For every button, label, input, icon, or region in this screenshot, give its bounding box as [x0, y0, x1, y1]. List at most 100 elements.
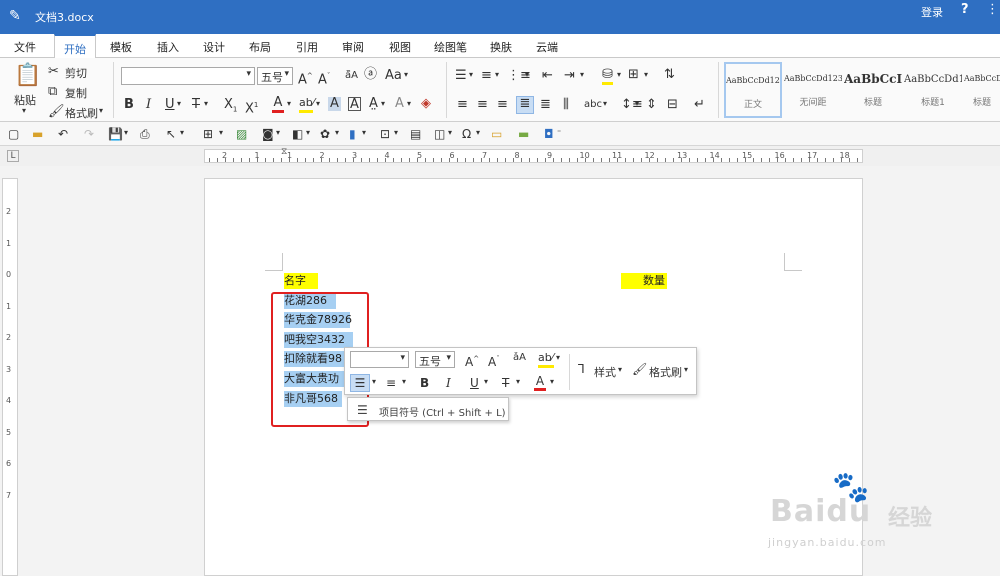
text-box-icon[interactable]: ⊡	[380, 127, 390, 141]
mini-font-name-combo[interactable]: ▾	[350, 351, 409, 368]
shrink-font-icon[interactable]: Aˇ	[488, 352, 500, 369]
tab-skin[interactable]: 换肤	[490, 39, 512, 55]
bullet-list-icon[interactable]: ☰	[350, 374, 370, 392]
tab-cloud[interactable]: 云端	[536, 39, 558, 55]
tab-file[interactable]: 文件	[14, 39, 36, 55]
tab-home[interactable]: 开始	[54, 34, 96, 59]
strikethrough-icon[interactable]: T	[192, 98, 200, 112]
align-center-icon[interactable]: ≡	[477, 98, 488, 112]
align-left-icon[interactable]: ≡	[457, 98, 468, 112]
video-icon[interactable]: ◘	[544, 127, 554, 141]
align-right-icon[interactable]: ≡	[497, 98, 508, 112]
format-painter-button[interactable]: 格式刷	[65, 105, 98, 121]
chevron-down-icon[interactable]: ▾	[618, 365, 622, 374]
chevron-down-icon[interactable]: ▾	[276, 128, 280, 137]
indent-marker-icon[interactable]: ⧖	[281, 148, 287, 157]
grow-font-icon[interactable]: A^	[465, 352, 479, 369]
chevron-down-icon[interactable]: ▾	[644, 70, 648, 79]
scissors-icon[interactable]: ✂	[48, 65, 59, 79]
font-color-icon[interactable]: A	[534, 374, 546, 391]
chevron-down-icon[interactable]: ▾	[550, 377, 554, 386]
more-menu-icon[interactable]: ⋮	[986, 2, 999, 17]
chevron-down-icon[interactable]: ▾	[446, 353, 451, 363]
screenshot-icon[interactable]: ◙	[262, 127, 274, 141]
chevron-down-icon[interactable]: ▾	[400, 353, 405, 363]
highlight-icon[interactable]: ab⁄	[299, 96, 315, 113]
chevron-down-icon[interactable]: ▾	[603, 99, 607, 108]
style-normal[interactable]: AaBbCcDd123 正文	[724, 62, 782, 118]
bold-icon[interactable]: B	[124, 98, 134, 112]
chevron-down-icon[interactable]: ▾	[381, 99, 385, 108]
horizontal-ruler[interactable]: 2 1 1 2 3 4 5 6 7 8 9 10 11 12 13 14 15 16 17 18 ⧖	[204, 148, 863, 163]
note-icon[interactable]: ▭	[491, 127, 502, 141]
increase-indent-icon[interactable]: ⇥	[564, 69, 575, 83]
chevron-down-icon[interactable]: ▾	[407, 99, 411, 108]
change-case-icon[interactable]: Aa	[385, 69, 402, 83]
tab-template[interactable]: 模板	[110, 39, 132, 55]
symbol-icon[interactable]: Ω	[462, 127, 471, 141]
paragraph-settings-icon[interactable]: ⊟	[667, 98, 678, 112]
new-document-icon[interactable]: ▢	[8, 127, 19, 141]
enclose-character-icon[interactable]: ⓐ	[364, 68, 377, 82]
mini-font-size-combo[interactable]: 五号 ▾	[415, 351, 455, 368]
font-color-icon[interactable]: A	[272, 96, 284, 113]
chevron-down-icon[interactable]: ▾	[525, 70, 529, 79]
print-icon[interactable]: ⎙	[140, 127, 150, 141]
tab-review[interactable]: 审阅	[342, 39, 364, 55]
chevron-down-icon[interactable]: ▾	[219, 128, 223, 137]
text-outline-icon[interactable]: A	[395, 97, 404, 111]
chevron-down-icon[interactable]: ▾	[469, 70, 473, 79]
header-name-cell[interactable]: 名字	[284, 273, 318, 289]
sort-icon[interactable]: ⇅	[664, 68, 675, 82]
underline-icon[interactable]: U	[470, 376, 479, 390]
tab-view[interactable]: 视图	[389, 39, 411, 55]
superscript-icon[interactable]: X1	[245, 98, 258, 116]
chevron-down-icon[interactable]: ▾	[394, 128, 398, 137]
redo-icon[interactable]: ↷	[84, 127, 94, 141]
tab-references[interactable]: 引用	[296, 39, 318, 55]
insert-picture-icon[interactable]: ▨	[236, 127, 247, 141]
tab-drawing-pen[interactable]: 绘图笔	[434, 39, 467, 55]
distributed-icon[interactable]: ≣	[540, 98, 551, 112]
select-pointer-icon[interactable]: ↖	[166, 127, 176, 141]
numbered-list-icon[interactable]: ≡	[386, 376, 396, 390]
chevron-down-icon[interactable]: ▾	[124, 128, 128, 137]
chevron-down-icon[interactable]: ▾	[204, 99, 208, 108]
customize-toolbar-icon[interactable]: ⁼	[557, 128, 561, 137]
line-break-icon[interactable]: ↵	[694, 98, 705, 112]
character-shading-icon[interactable]: A	[328, 97, 341, 111]
vertical-ruler[interactable]: 2 1 0 1 2 3 4 5 6 7	[2, 178, 18, 576]
paste-dropdown-icon[interactable]: ▾	[22, 106, 26, 115]
paste-icon[interactable]: 📋	[14, 64, 41, 88]
format-painter-icon[interactable]: 🖌	[632, 362, 647, 376]
highlight-icon[interactable]: ab⁄	[538, 351, 554, 368]
tab-design[interactable]: 设计	[203, 39, 225, 55]
chevron-down-icon[interactable]: ▾	[556, 353, 560, 362]
tab-stop-selector[interactable]: L	[7, 150, 19, 162]
clear-formatting-icon[interactable]: ◈	[421, 97, 431, 111]
columns-icon[interactable]: ⫼	[563, 98, 569, 112]
underline-icon[interactable]: U	[165, 98, 175, 112]
cut-button[interactable]: 剪切	[65, 65, 87, 81]
chevron-down-icon[interactable]: ▾	[287, 99, 291, 108]
chart-icon[interactable]: ▮	[349, 127, 356, 141]
styles-button[interactable]: 样式	[594, 364, 616, 380]
copy-button[interactable]: 复制	[65, 85, 87, 101]
format-painter-dropdown-icon[interactable]: ▾	[99, 106, 103, 115]
borders-icon[interactable]: ⊞	[628, 68, 639, 82]
grow-font-icon[interactable]: A^	[298, 69, 313, 87]
justify-icon[interactable]: ≣	[516, 96, 534, 114]
format-painter-icon[interactable]: 🖌	[48, 105, 65, 119]
chevron-down-icon[interactable]: ▾	[284, 69, 289, 79]
italic-icon[interactable]: I	[146, 98, 151, 112]
chevron-down-icon[interactable]: ▾	[372, 377, 376, 386]
help-icon[interactable]: ?	[961, 2, 969, 17]
chevron-down-icon[interactable]: ▾	[684, 365, 688, 374]
line-spacing-icon[interactable]: ↕≡	[621, 98, 643, 112]
chevron-down-icon[interactable]: ▾	[617, 70, 621, 79]
phonetic-guide-icon[interactable]: ǎA	[513, 351, 526, 365]
font-size-combo[interactable]: 五号 ▾	[257, 67, 293, 85]
chevron-down-icon[interactable]: ▾	[335, 128, 339, 137]
chevron-down-icon[interactable]: ▾	[495, 70, 499, 79]
strikethrough-icon[interactable]: T	[502, 376, 509, 390]
